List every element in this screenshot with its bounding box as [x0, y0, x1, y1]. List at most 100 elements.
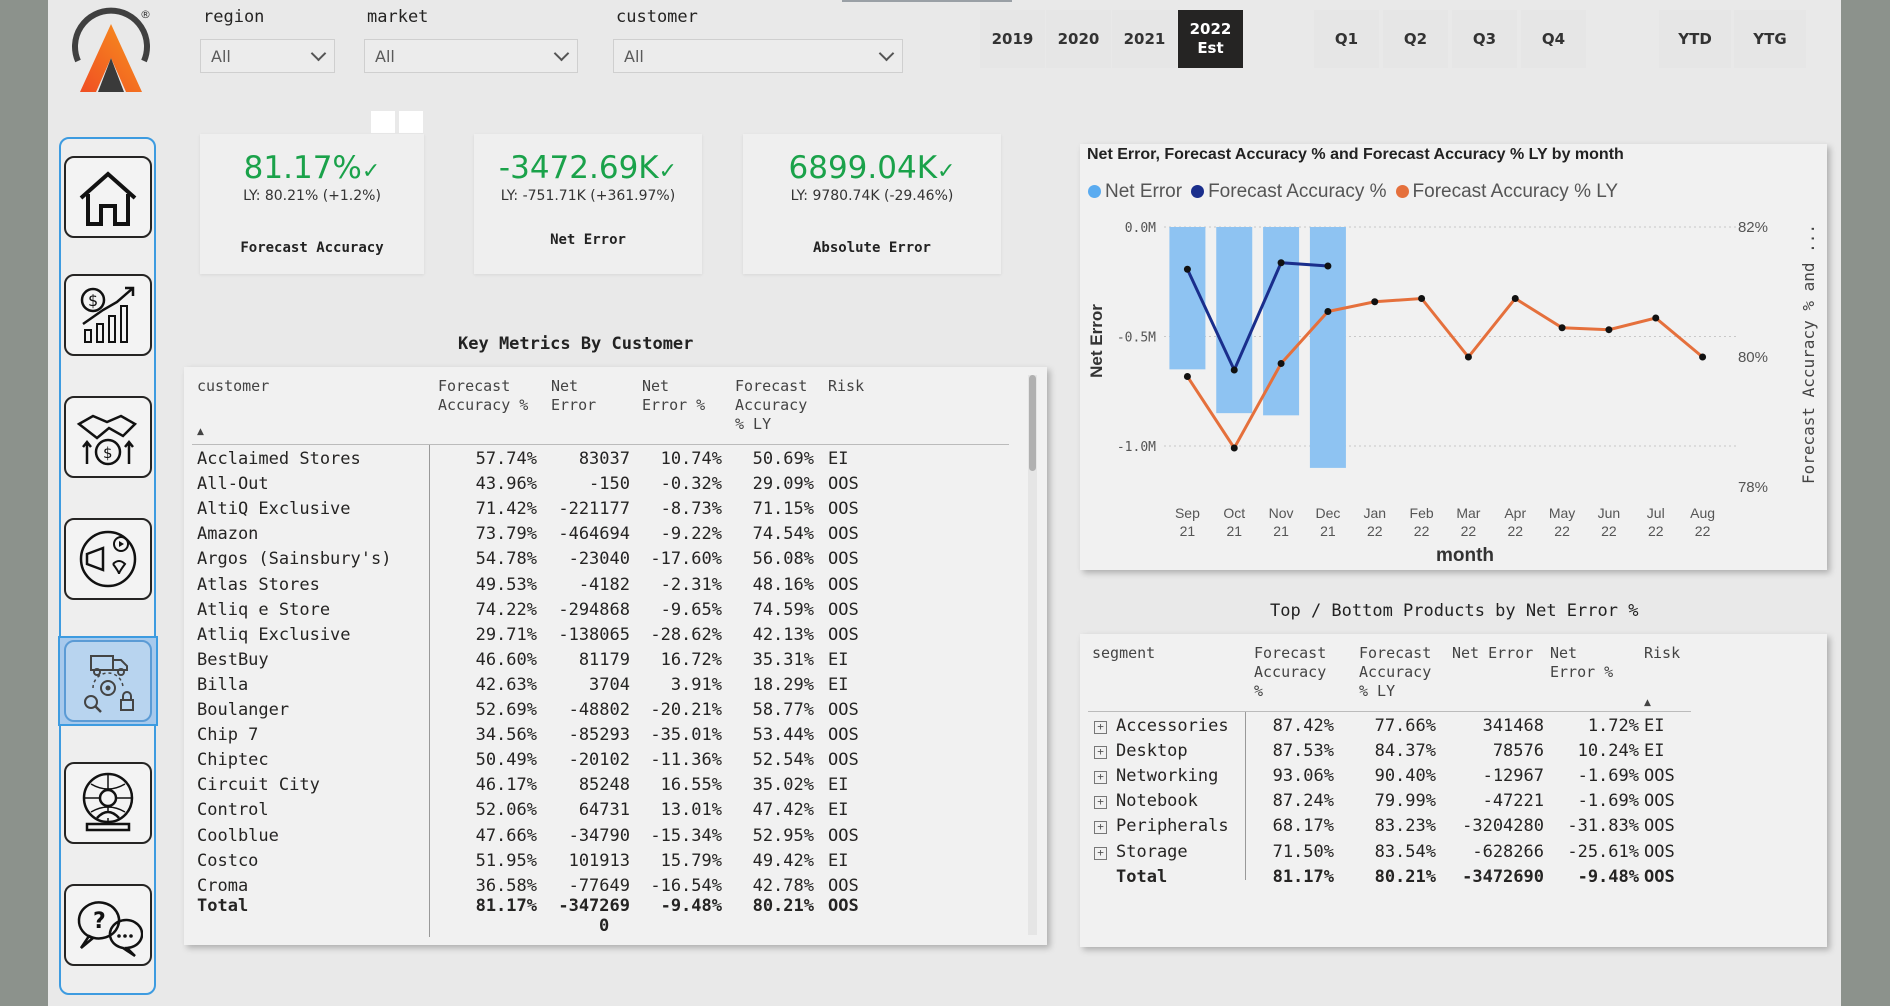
- decor-square: [371, 111, 395, 133]
- quarter-label: Q4: [1541, 30, 1566, 48]
- total-risk: OOS: [1644, 866, 1675, 887]
- risk-cell: OOS: [828, 524, 859, 545]
- year-button-2020[interactable]: 2020: [1046, 10, 1111, 68]
- forecast-accuracy-cell: 46.60%: [475, 649, 537, 670]
- table-row[interactable]: Chiptec 50.49% -20102 -11.36% 52.54% OOS: [197, 748, 1007, 773]
- column-header[interactable]: Risk: [1644, 644, 1680, 663]
- forecast-accuracy-ly-cell: 74.59%: [752, 599, 814, 620]
- expand-icon[interactable]: +: [1094, 746, 1107, 760]
- quarter-button-q2[interactable]: Q2: [1383, 10, 1448, 68]
- expand-icon[interactable]: +: [1094, 796, 1107, 810]
- segment-name: Storage: [1116, 841, 1188, 862]
- table-row[interactable]: + Accessories 87.42% 77.66% 341468 1.72% EI: [1094, 714, 1694, 739]
- forecast-accuracy-ly-cell: 83.54%: [1374, 841, 1436, 862]
- net-error-cell: -628266: [1472, 841, 1544, 862]
- forecast-accuracy-cell: 71.50%: [1272, 841, 1334, 862]
- total-net-error: -3472690: [1462, 866, 1544, 887]
- expand-icon[interactable]: +: [1094, 821, 1107, 835]
- risk-cell: OOS: [1644, 766, 1675, 787]
- table-row[interactable]: Argos (Sainsbury's) 54.78% -23040 -17.60% 56…: [197, 547, 1007, 572]
- net-error-cell: -23040: [568, 549, 630, 570]
- table-row[interactable]: Circuit City 46.17% 85248 16.55% 35.02% EI: [197, 773, 1007, 798]
- nav-button-supply-chain[interactable]: [64, 640, 152, 722]
- table-row[interactable]: Control 52.06% 64731 13.01% 47.42% EI: [197, 798, 1007, 823]
- expand-icon[interactable]: +: [1094, 721, 1107, 734]
- forecast-accuracy-cell: 87.53%: [1272, 741, 1334, 762]
- nav-button-deals[interactable]: $: [64, 396, 152, 478]
- column-header[interactable]: Forecast Accuracy % LY: [735, 377, 807, 434]
- column-header[interactable]: customer: [197, 377, 269, 396]
- header-divider: [192, 444, 1009, 445]
- table-row[interactable]: Billa 42.63% 3704 3.91% 18.29% EI: [197, 673, 1007, 698]
- table-row[interactable]: Chip 7 34.56% -85293 -35.01% 53.44% OOS: [197, 723, 1007, 748]
- expand-icon[interactable]: +: [1094, 771, 1107, 785]
- quarter-label: Q1: [1334, 30, 1359, 48]
- data-point: [1699, 353, 1707, 361]
- column-header[interactable]: Net Error: [1452, 644, 1533, 663]
- column-header[interactable]: Risk: [828, 377, 864, 396]
- year-label: 2020: [1057, 30, 1100, 48]
- ytd-button[interactable]: YTD: [1659, 10, 1731, 68]
- svg-text:$: $: [103, 444, 113, 462]
- period-label: YTG: [1753, 30, 1787, 48]
- table-row[interactable]: Amazon 73.79% -464694 -9.22% 74.54% OOS: [197, 522, 1007, 547]
- scrollbar-thumb[interactable]: [1029, 375, 1036, 471]
- column-header[interactable]: Forecast Accuracy % LY: [1359, 644, 1431, 701]
- nav-button-executive[interactable]: [64, 762, 152, 844]
- quarter-button-q3[interactable]: Q3: [1452, 10, 1517, 68]
- customer-dropdown[interactable]: All: [613, 39, 903, 73]
- table-row[interactable]: + Networking 93.06% 90.40% -12967 -1.69% OOS: [1094, 764, 1694, 789]
- year-button-2019[interactable]: 2019: [980, 10, 1045, 68]
- year-label: 2021: [1123, 30, 1166, 48]
- table-row[interactable]: Boulanger 52.69% -48802 -20.21% 58.77% OOS: [197, 698, 1007, 723]
- market-dropdown[interactable]: All: [364, 39, 578, 73]
- net-error-cell: -3204280: [1462, 816, 1544, 837]
- sort-asc-icon[interactable]: ▲: [197, 427, 204, 437]
- risk-cell: EI: [1644, 716, 1665, 736]
- expand-icon[interactable]: +: [1094, 846, 1107, 860]
- customer-name: Argos (Sainsbury's): [197, 549, 392, 570]
- quarter-button-q1[interactable]: Q1: [1314, 10, 1379, 68]
- table-row[interactable]: AltiQ Exclusive 71.42% -221177 -8.73% 71.15%…: [197, 497, 1007, 522]
- forecast-accuracy-cell: 74.22%: [475, 599, 537, 620]
- column-header[interactable]: Net Error %: [1550, 644, 1613, 682]
- region-dropdown[interactable]: All: [200, 39, 335, 73]
- table-row[interactable]: Atliq Exclusive 29.71% -138065 -28.62% 42.13…: [197, 623, 1007, 648]
- sort-asc-icon[interactable]: ▲: [1644, 698, 1651, 708]
- net-error-cell: -4182: [578, 574, 630, 595]
- trademark-symbol: ®: [140, 8, 151, 21]
- table-row[interactable]: + Notebook 87.24% 79.99% -47221 -1.69% OOS: [1094, 789, 1694, 814]
- forecast-accuracy-cell: 54.78%: [475, 549, 537, 570]
- nav-button-finance[interactable]: $: [64, 274, 152, 356]
- column-header[interactable]: Net Error %: [642, 377, 705, 415]
- nav-button-home[interactable]: [64, 156, 152, 238]
- net-error-pct-cell: -1.69%: [1577, 791, 1639, 812]
- ytg-button[interactable]: YTG: [1734, 10, 1806, 68]
- nav-button-marketing[interactable]: [64, 518, 152, 600]
- nav-button-support[interactable]: ?: [64, 884, 152, 966]
- column-header[interactable]: Net Error: [551, 377, 596, 415]
- net-error-pct-cell: -1.69%: [1577, 766, 1639, 787]
- table-row[interactable]: BestBuy 46.60% 81179 16.72% 35.31% EI: [197, 648, 1007, 673]
- column-header[interactable]: Forecast Accuracy %: [438, 377, 528, 415]
- table-row[interactable]: + Peripherals 68.17% 83.23% -3204280 -31.83% O…: [1094, 814, 1694, 839]
- data-point: [1558, 324, 1566, 332]
- table-row[interactable]: + Desktop 87.53% 84.37% 78576 10.24% EI: [1094, 739, 1694, 764]
- column-header[interactable]: Forecast Accuracy %: [1254, 644, 1326, 701]
- customer-name: Costco: [197, 850, 259, 871]
- forecast-accuracy-cell: 42.63%: [475, 674, 537, 695]
- table-row[interactable]: Costco 51.95% 101913 15.79% 49.42% EI: [197, 849, 1007, 874]
- forecast-accuracy-cell: 87.24%: [1272, 791, 1334, 812]
- quarter-button-q4[interactable]: Q4: [1521, 10, 1586, 68]
- table-row[interactable]: Atlas Stores 49.53% -4182 -2.31% 48.16% OOS: [197, 573, 1007, 598]
- data-point: [1464, 353, 1472, 361]
- table-row[interactable]: Coolblue 47.66% -34790 -15.34% 52.95% OOS: [197, 824, 1007, 849]
- column-header[interactable]: segment: [1092, 644, 1155, 663]
- table-row[interactable]: Atliq e Store 74.22% -294868 -9.65% 74.59% OO…: [197, 598, 1007, 623]
- table-row[interactable]: + Storage 71.50% 83.54% -628266 -25.61% OOS: [1094, 840, 1694, 865]
- year-button-2021[interactable]: 2021: [1112, 10, 1177, 68]
- table-row[interactable]: All-Out 43.96% -150 -0.32% 29.09% OOS: [197, 472, 1007, 497]
- year-button-2022[interactable]: 2022 Est: [1178, 10, 1243, 68]
- table-row[interactable]: Acclaimed Stores 57.74% 83037 10.74% 50.69% E…: [197, 447, 1007, 472]
- data-point: [1324, 262, 1332, 270]
